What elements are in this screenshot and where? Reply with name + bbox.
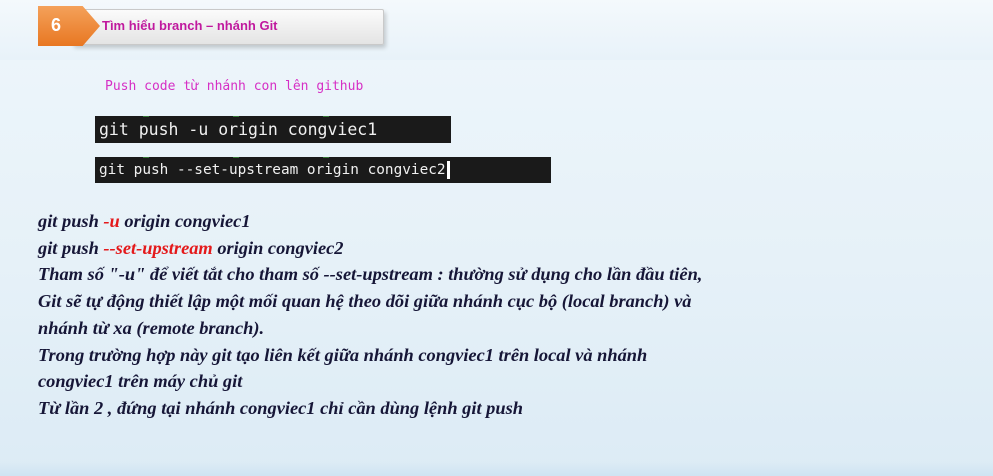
paragraph-1-line-1: Tham số "-u" để viết tắt cho tham số --s… [38, 264, 703, 285]
cmd1-prefix: git push [38, 211, 104, 231]
paragraph-3: Từ lần 2 , đứng tại nhánh congviec1 chỉ … [38, 397, 523, 418]
cmd1-flag: -u [103, 211, 120, 231]
command-2: git push --set-upstream origin congviec2 [38, 235, 988, 262]
cmd2-flag: --set-upstream [103, 237, 213, 258]
command-1: git push -u origin congviec1 [38, 208, 988, 235]
code-line-1: git push -u origin congviec1 [95, 116, 451, 143]
explanation-text: git push -u origin congviec1 git push --… [38, 208, 988, 422]
paragraph-1-line-3: nhánh từ xa (remote branch). [38, 317, 265, 338]
paragraph-2-line-2: congviec1 trên máy chủ git [38, 371, 243, 392]
cmd2-suffix: origin congviec2 [212, 237, 344, 258]
code-text-2: git push --set-upstream origin congviec2 [99, 162, 446, 178]
text-cursor [446, 161, 450, 179]
code-caption: Push code từ nhánh con lên github [105, 79, 364, 94]
code-text-1: git push -u origin congviec1 [99, 120, 378, 139]
footer-band [0, 462, 993, 476]
section-header: Tìm hiểu branch – nhánh Git 6 [38, 6, 388, 48]
cmd1-suffix: origin congviec1 [119, 211, 251, 231]
paragraph-1-line-2: Git sẽ tự động thiết lập một mối quan hệ… [38, 291, 692, 312]
code-line-2: git push --set-upstream origin congviec2 [95, 157, 551, 183]
section-title: Tìm hiểu branch – nhánh Git [102, 18, 278, 33]
partial-text-artifact [105, 157, 405, 158]
section-number: 6 [51, 15, 62, 35]
cmd2-prefix: git push [38, 237, 104, 258]
paragraph-2-line-1: Trong trường hợp này git tạo liên kết gi… [38, 344, 648, 365]
partial-text-artifact [105, 116, 405, 117]
